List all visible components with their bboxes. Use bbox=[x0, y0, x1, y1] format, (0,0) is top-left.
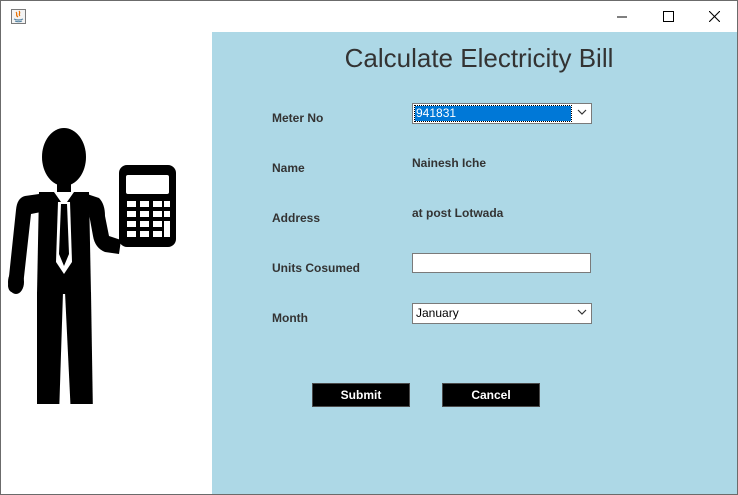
bill-form-panel: Calculate Electricity Bill Meter No 9418… bbox=[212, 32, 737, 494]
name-label: Name bbox=[272, 161, 305, 175]
name-value: Nainesh Iche bbox=[412, 156, 487, 170]
month-label: Month bbox=[272, 311, 308, 325]
businessman-with-calculator-icon bbox=[8, 128, 176, 404]
units-consumed-label: Units Cosumed bbox=[272, 261, 361, 275]
units-consumed-input[interactable] bbox=[412, 253, 591, 273]
form-title: Calculate Electricity Bill bbox=[344, 43, 614, 73]
app-window: Calculate Electricity Bill Meter No 9418… bbox=[0, 0, 738, 495]
chevron-down-icon bbox=[577, 309, 587, 315]
month-selected: January bbox=[416, 306, 459, 320]
submit-button[interactable]: Submit bbox=[312, 383, 410, 407]
month-dropdown[interactable]: January bbox=[412, 303, 592, 324]
close-icon bbox=[708, 11, 720, 22]
maximize-button[interactable] bbox=[645, 1, 691, 32]
meter-no-selected: 941831 bbox=[414, 105, 572, 122]
meter-no-label: Meter No bbox=[272, 111, 324, 125]
minimize-button[interactable] bbox=[599, 1, 645, 32]
java-app-icon bbox=[11, 9, 26, 24]
cancel-button[interactable]: Cancel bbox=[442, 383, 540, 407]
close-button[interactable] bbox=[691, 1, 737, 32]
title-bar[interactable] bbox=[1, 1, 737, 32]
chevron-down-icon bbox=[577, 109, 587, 115]
minimize-icon bbox=[617, 16, 627, 17]
meter-no-dropdown[interactable]: 941831 bbox=[412, 103, 592, 124]
illustration-pane bbox=[1, 32, 212, 494]
address-value: at post Lotwada bbox=[412, 206, 504, 220]
maximize-icon bbox=[662, 11, 674, 22]
address-label: Address bbox=[272, 211, 321, 225]
